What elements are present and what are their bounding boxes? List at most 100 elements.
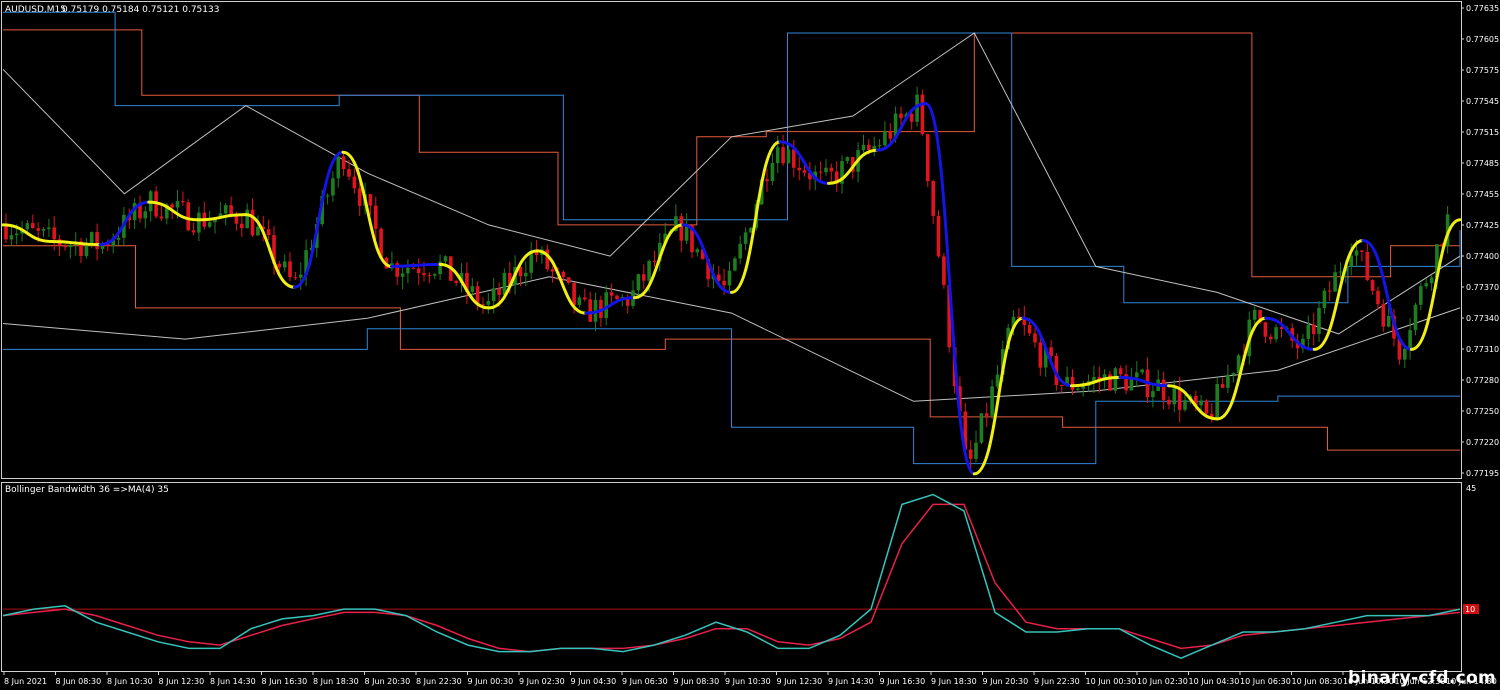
candle-body	[143, 211, 148, 219]
watermark: binary-cfd.com	[1348, 668, 1496, 688]
candle-body	[695, 249, 700, 253]
candle-body	[331, 178, 335, 196]
candle-body	[1263, 322, 1268, 337]
candle-body	[186, 202, 190, 231]
candle-body	[352, 176, 357, 189]
candle-body	[299, 274, 303, 278]
candle-body	[52, 227, 56, 240]
candle-body	[1269, 336, 1273, 340]
price-tick-label: 0.77455	[1466, 190, 1499, 199]
candle-body	[400, 273, 405, 277]
price-tick-label: 0.77575	[1466, 66, 1499, 75]
candle-body	[1135, 372, 1139, 378]
candle-body	[170, 204, 174, 208]
candle-body	[733, 258, 737, 271]
candle-body	[406, 267, 410, 274]
candle-body	[416, 268, 421, 273]
candle-body	[325, 195, 330, 197]
price-tick-label: 0.77605	[1466, 35, 1499, 44]
candle-body	[781, 147, 785, 164]
candle-body	[47, 227, 51, 229]
candle-body	[727, 270, 732, 286]
time-tick-label: 9 Jun 06:30	[622, 677, 668, 686]
price-tick-label: 0.77250	[1466, 407, 1499, 416]
time-tick-label: 9 Jun 08:30	[674, 677, 720, 686]
candle-body	[561, 271, 566, 278]
candle-body	[89, 232, 94, 244]
candle-body	[357, 188, 362, 206]
candle-body	[1204, 400, 1209, 414]
candle-body	[979, 413, 984, 443]
candle-body	[368, 194, 373, 206]
candle-body	[861, 144, 866, 151]
candle-body	[743, 232, 748, 244]
candle-body	[566, 277, 571, 283]
price-tick-label: 0.77400	[1466, 252, 1499, 261]
candle-body	[1231, 373, 1236, 375]
candle-body	[341, 156, 346, 170]
time-tick-label: 8 Jun 08:30	[56, 677, 102, 686]
candle-body	[1424, 283, 1428, 287]
candle-body	[282, 261, 287, 268]
candle-body	[615, 295, 619, 300]
candle-body	[240, 223, 244, 229]
candle-body	[909, 113, 914, 122]
candle-body	[797, 167, 801, 171]
candle-body	[25, 223, 30, 230]
candle-body	[1038, 342, 1043, 368]
candle-body	[647, 260, 651, 281]
candle-body	[577, 297, 582, 305]
candle-body	[1033, 333, 1037, 343]
candle-body	[1199, 400, 1203, 406]
candle-body	[583, 297, 587, 300]
candle-body	[1118, 368, 1123, 375]
candle-body	[1386, 316, 1391, 327]
candle-body	[1338, 271, 1343, 273]
price-chart[interactable]: AUDUSD,M15 0.75179 0.75184 0.75121 0.751…	[0, 0, 1500, 690]
time-tick-label: 9 Jun 14:30	[828, 677, 874, 686]
candle-body	[288, 261, 292, 278]
time-tick-label: 8 Jun 20:30	[365, 677, 411, 686]
candle-body	[786, 149, 791, 164]
time-tick-label: 8 Jun 10:30	[107, 677, 153, 686]
candle-body	[250, 209, 255, 236]
candle-body	[824, 167, 828, 173]
candle-body	[1140, 369, 1144, 373]
candle-body	[470, 286, 475, 292]
candle-body	[1081, 386, 1085, 389]
time-tick-label: 9 Jun 22:30	[1034, 677, 1080, 686]
candle-body	[888, 130, 893, 139]
candle-body	[1333, 272, 1337, 292]
candle-body	[1311, 324, 1316, 334]
candle-body	[427, 275, 432, 277]
candle-body	[207, 222, 212, 227]
candle-body	[266, 229, 271, 236]
candle-body	[9, 235, 14, 240]
candle-body	[486, 301, 491, 305]
time-tick-label: 9 Jun 12:30	[777, 677, 823, 686]
candle-body	[159, 216, 164, 219]
price-tick-label: 0.77370	[1466, 283, 1499, 292]
indicator-title: Bollinger Bandwidth 36 =>MA(4) 35	[5, 485, 169, 495]
candle-body	[1151, 391, 1155, 398]
candle-body	[374, 205, 378, 229]
time-tick-label: 8 Jun 2021	[4, 677, 47, 686]
time-tick-label: 9 Jun 02:30	[519, 677, 565, 686]
candle-body	[604, 292, 608, 319]
price-tick-label: 0.77545	[1466, 97, 1499, 106]
candle-body	[1252, 309, 1257, 320]
candle-body	[679, 216, 684, 241]
time-tick-label: 10 Jun 08:30	[1292, 677, 1343, 686]
price-tick-label: 0.77340	[1466, 314, 1499, 323]
candle-body	[1327, 290, 1332, 292]
candle-body	[818, 171, 823, 173]
candle-body	[497, 288, 501, 295]
price-tick-label: 0.77310	[1466, 345, 1499, 354]
candle-body	[1161, 379, 1166, 400]
candle-body	[502, 272, 507, 295]
candle-body	[990, 386, 994, 416]
candle-body	[41, 229, 46, 231]
candle-body	[1419, 286, 1423, 305]
price-tick-label: 0.77220	[1466, 438, 1499, 447]
price-tick-label: 0.77425	[1466, 221, 1499, 230]
